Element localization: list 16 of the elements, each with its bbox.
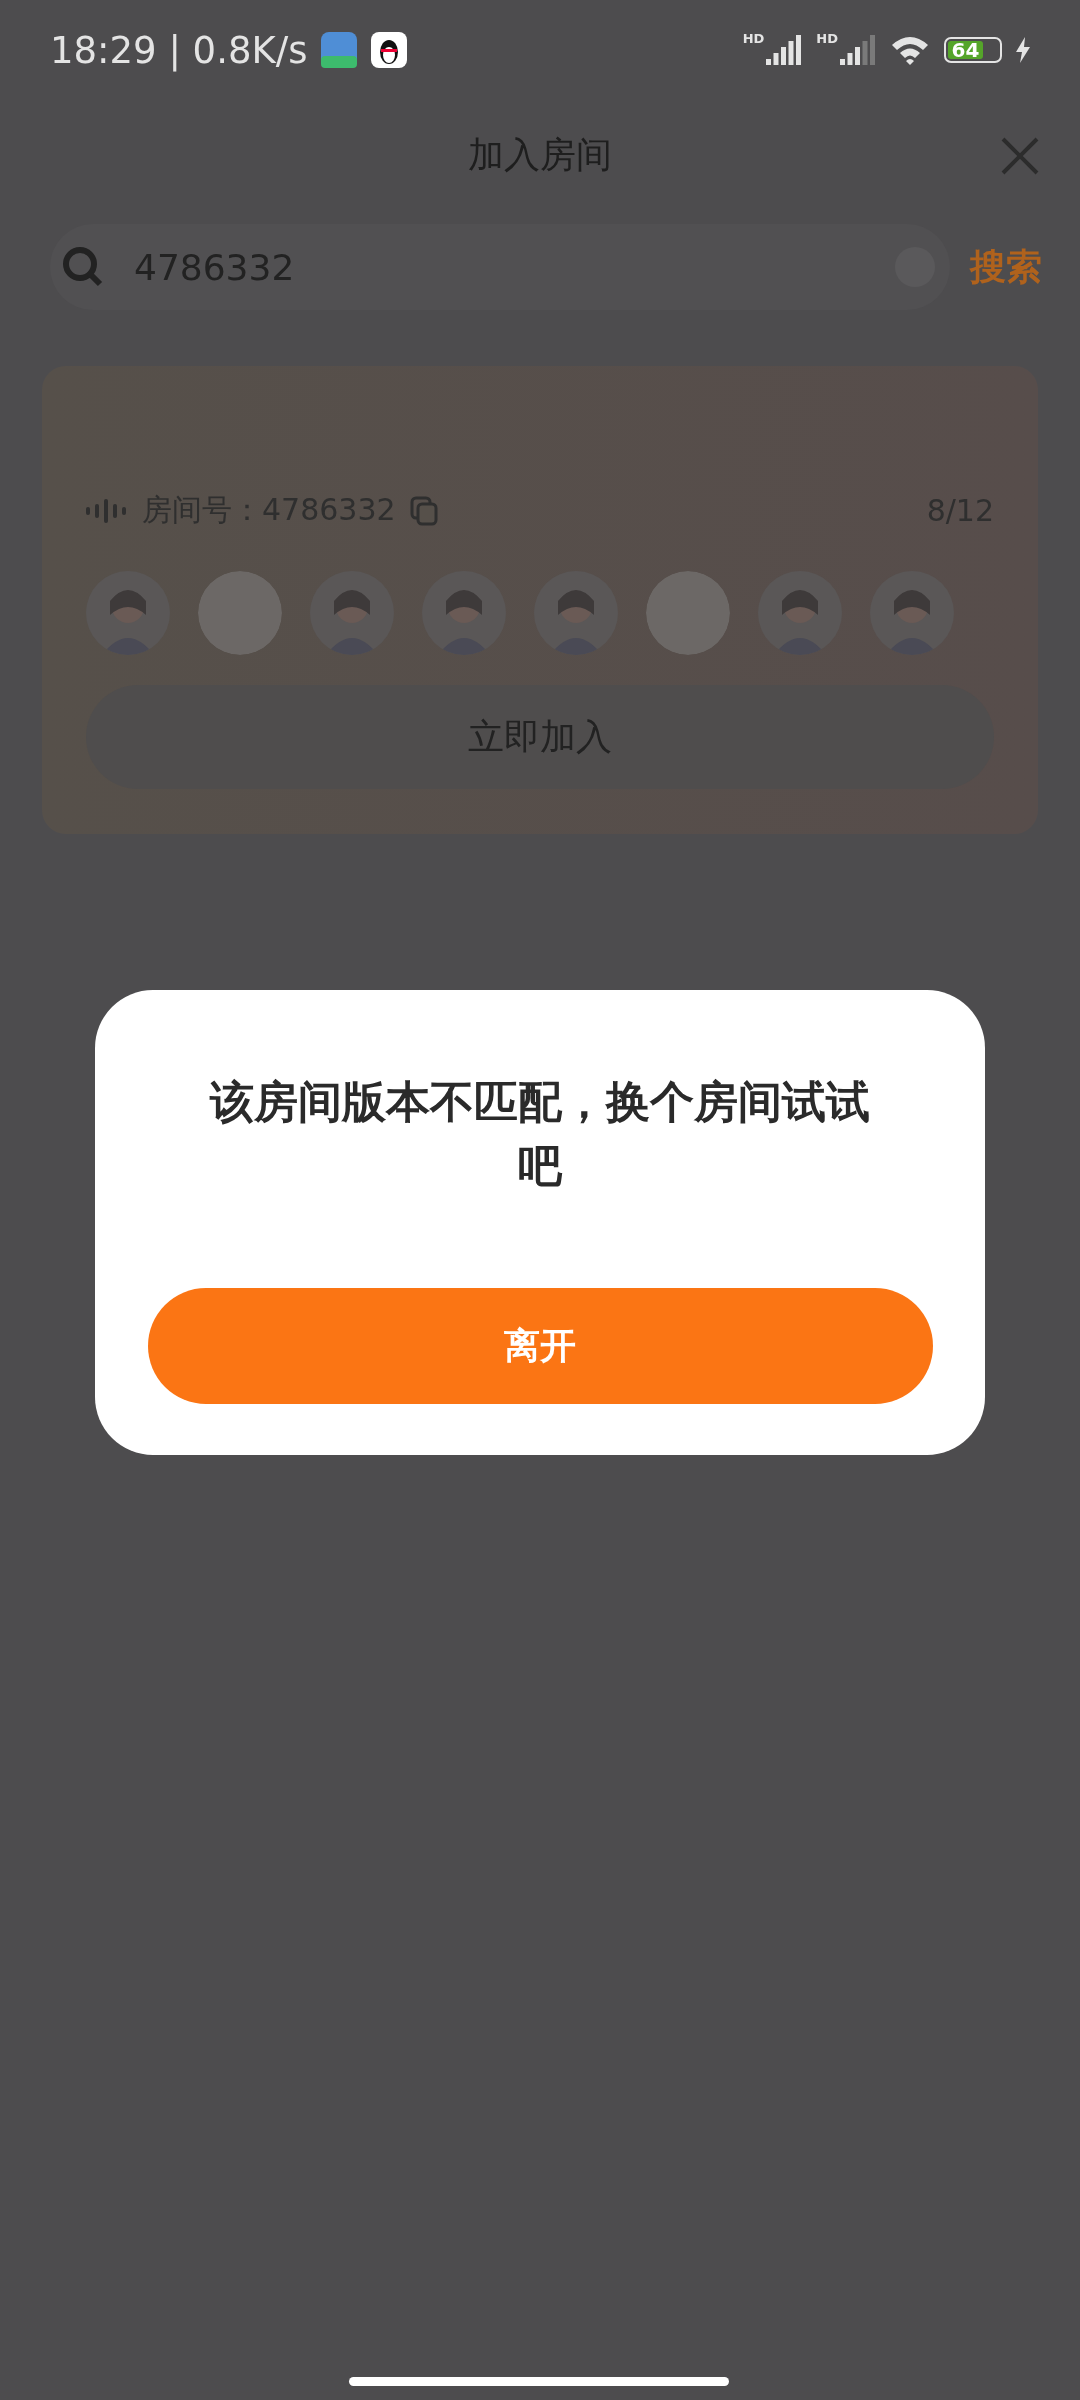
charging-icon (1016, 37, 1030, 63)
search-icon (62, 246, 104, 288)
home-indicator[interactable] (349, 2377, 729, 2386)
search-button[interactable]: 搜索 (970, 242, 1042, 292)
penguin-icon (371, 32, 408, 68)
sound-wave-icon (86, 498, 128, 523)
network-label: HD (816, 31, 838, 46)
leave-button[interactable]: 离开 (147, 1288, 933, 1404)
dialog-message: 该房间版本不匹配，换个房间试试吧 (208, 1075, 871, 1193)
battery-level: 64 (948, 41, 983, 59)
close-icon[interactable] (1000, 136, 1040, 176)
copy-icon[interactable] (409, 495, 438, 526)
wifi-icon (890, 35, 930, 65)
network-label: HD (742, 31, 765, 46)
status-time: 18:29 | 0.8K/s (50, 28, 308, 72)
app-icon (321, 32, 358, 68)
